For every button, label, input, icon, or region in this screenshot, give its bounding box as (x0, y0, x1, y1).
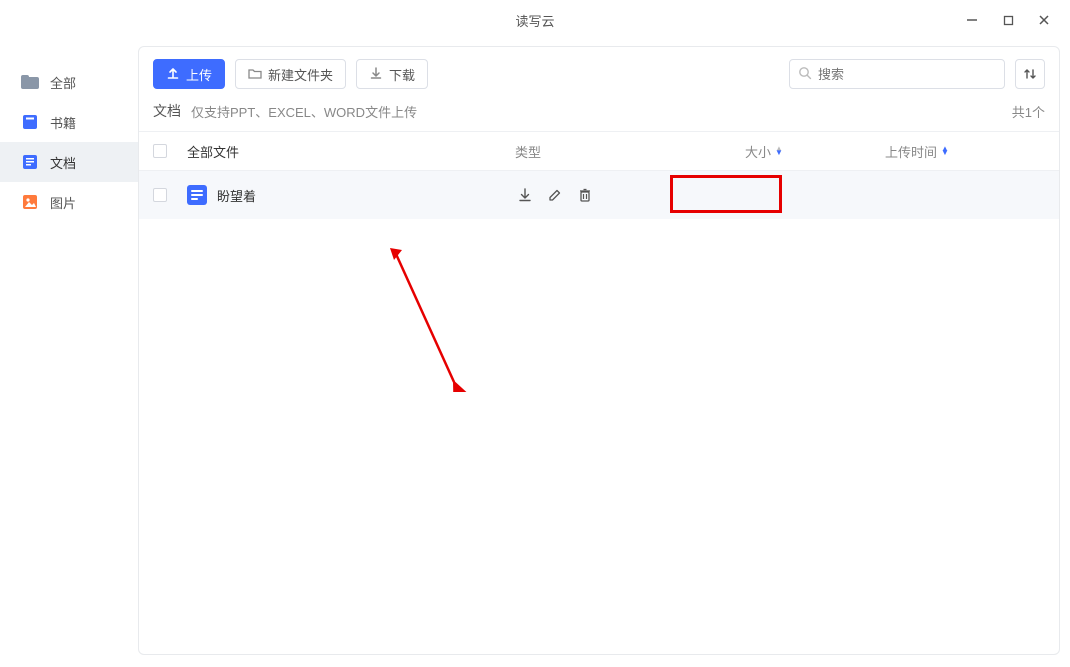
sidebar-item-books[interactable]: 书籍 (0, 102, 138, 142)
folder-all-icon (20, 72, 40, 92)
file-table: 全部文件 类型 大小 ▲▼ 上传时间 ▲▼ (139, 131, 1059, 219)
row-checkbox[interactable] (153, 188, 167, 202)
hint-text: 仅支持PPT、EXCEL、WORD文件上传 (191, 102, 417, 121)
folder-icon (248, 67, 262, 82)
header-type[interactable]: 类型 (515, 142, 745, 161)
file-name-cell: 盼望着 (187, 185, 515, 205)
sidebar-item-label: 图片 (50, 193, 76, 212)
table-header: 全部文件 类型 大小 ▲▼ 上传时间 ▲▼ (139, 131, 1059, 171)
sidebar-item-label: 书籍 (50, 113, 76, 132)
search-input[interactable] (818, 67, 996, 82)
upload-button[interactable]: 上传 (153, 59, 225, 89)
book-icon (20, 112, 40, 132)
row-download-button[interactable] (515, 185, 535, 205)
sort-caret-icon: ▲▼ (775, 147, 783, 155)
search-icon (798, 66, 812, 83)
upload-icon (166, 66, 180, 83)
sidebar: 全部 书籍 文档 图片 (0, 40, 138, 667)
table-row[interactable]: 盼望着 (139, 171, 1059, 219)
sidebar-item-images[interactable]: 图片 (0, 182, 138, 222)
new-folder-label: 新建文件夹 (268, 65, 333, 84)
close-button[interactable] (1026, 5, 1062, 35)
row-actions-cell (515, 185, 745, 205)
maximize-button[interactable] (990, 5, 1026, 35)
row-delete-button[interactable] (575, 185, 595, 205)
file-doc-icon (187, 185, 207, 205)
download-button[interactable]: 下载 (356, 59, 428, 89)
header-size[interactable]: 大小 ▲▼ (745, 142, 885, 161)
sort-toggle-button[interactable] (1015, 59, 1045, 89)
sidebar-item-label: 全部 (50, 73, 76, 92)
select-all-checkbox[interactable] (153, 144, 167, 158)
minimize-button[interactable] (954, 5, 990, 35)
count-text: 共1个 (1012, 102, 1045, 121)
sidebar-item-all[interactable]: 全部 (0, 62, 138, 102)
window-title: 读写云 (515, 11, 554, 30)
annotation-arrow (384, 242, 474, 392)
search-box[interactable] (789, 59, 1005, 89)
sort-caret-icon: ▲▼ (941, 147, 949, 155)
sidebar-item-label: 文档 (50, 153, 76, 172)
window-controls (954, 5, 1070, 35)
image-icon (20, 192, 40, 212)
category-label: 文档 (153, 101, 181, 121)
header-name[interactable]: 全部文件 (187, 142, 515, 161)
hint-row: 文档 仅支持PPT、EXCEL、WORD文件上传 共1个 (139, 101, 1059, 131)
titlebar: 读写云 (0, 0, 1070, 40)
header-time[interactable]: 上传时间 ▲▼ (885, 142, 1045, 161)
doc-icon (20, 152, 40, 172)
upload-label: 上传 (186, 65, 212, 84)
download-icon (369, 66, 383, 83)
main-panel: 上传 新建文件夹 下载 (138, 46, 1060, 655)
toolbar: 上传 新建文件夹 下载 (139, 47, 1059, 101)
download-label: 下载 (389, 65, 415, 84)
new-folder-button[interactable]: 新建文件夹 (235, 59, 346, 89)
file-name: 盼望着 (217, 186, 256, 205)
sidebar-item-docs[interactable]: 文档 (0, 142, 138, 182)
row-rename-button[interactable] (545, 185, 565, 205)
